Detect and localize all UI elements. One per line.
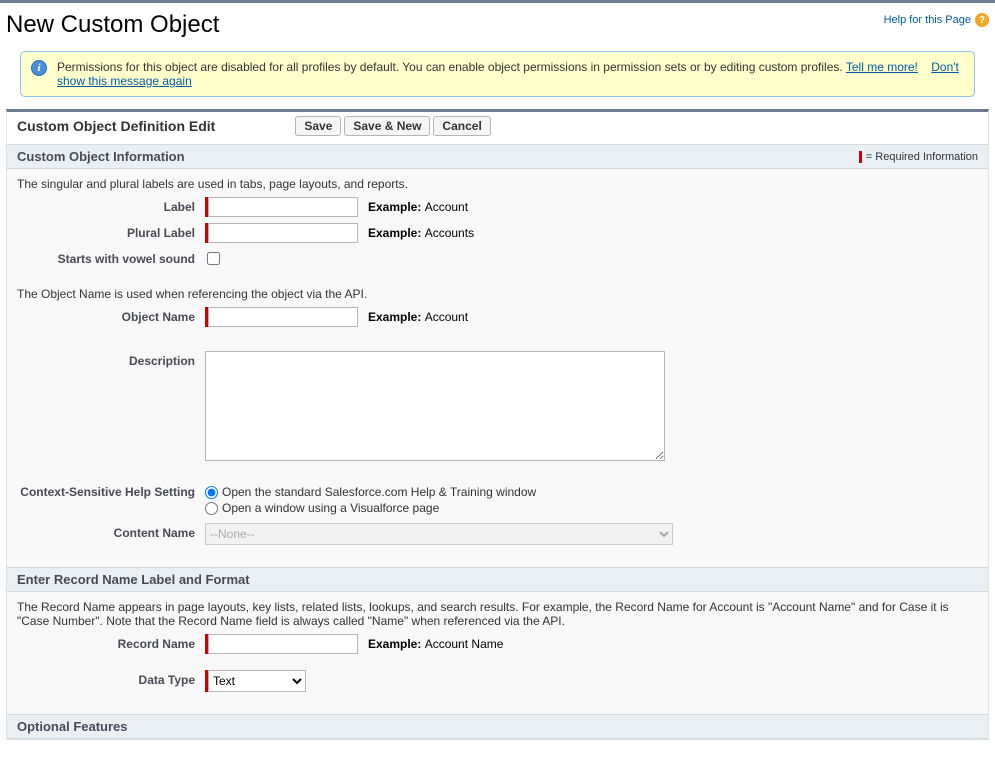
page-header: New Custom Object Help for this Page ?	[0, 3, 995, 51]
section-title-optional: Optional Features	[17, 719, 128, 734]
permissions-notice: i Permissions for this object are disabl…	[20, 51, 975, 97]
help-icon[interactable]: ?	[975, 13, 989, 27]
help-for-page[interactable]: Help for this Page ?	[884, 13, 989, 27]
description-textarea[interactable]	[205, 351, 665, 461]
plural-label-input[interactable]	[208, 223, 358, 243]
radio-vf-help[interactable]: Open a window using a Visualforce page	[205, 501, 439, 515]
vowel-sound-checkbox[interactable]	[207, 252, 220, 265]
row-content-name: Content Name --None--	[17, 523, 978, 545]
help-setting-label: Context-Sensitive Help Setting	[17, 485, 205, 499]
row-description: Description	[17, 351, 978, 461]
row-help-setting: Context-Sensitive Help Setting Open the …	[17, 485, 978, 517]
object-name-example: Example: Account	[368, 310, 468, 324]
plural-example: Example: Accounts	[368, 226, 474, 240]
record-name-label: Record Name	[17, 634, 205, 654]
radio-standard-help-label: Open the standard Salesforce.com Help & …	[222, 485, 536, 499]
radio-standard-help-input[interactable]	[205, 486, 218, 499]
section-body-info: The singular and plural labels are used …	[7, 169, 988, 567]
info-icon: i	[31, 60, 47, 76]
object-name-label: Object Name	[17, 307, 205, 327]
section-title-info: Custom Object Information	[17, 149, 185, 164]
radio-standard-help[interactable]: Open the standard Salesforce.com Help & …	[205, 485, 536, 499]
section-title-record: Enter Record Name Label and Format	[17, 572, 250, 587]
labels-note: The singular and plural labels are used …	[17, 177, 978, 191]
page-title: New Custom Object	[6, 11, 219, 39]
cancel-button[interactable]: Cancel	[433, 116, 490, 136]
row-vowel-sound: Starts with vowel sound	[17, 249, 978, 269]
record-name-input[interactable]	[208, 634, 358, 654]
required-bar-icon	[859, 151, 862, 163]
data-type-select[interactable]: Text	[208, 670, 306, 692]
required-info-legend: = Required Information	[859, 151, 978, 163]
section-header-optional: Optional Features	[7, 714, 988, 739]
row-data-type: Data Type Text	[17, 670, 978, 692]
label-input[interactable]	[208, 197, 358, 217]
save-button[interactable]: Save	[295, 116, 341, 136]
row-record-name: Record Name Example: Account Name	[17, 634, 978, 654]
section-body-record: The Record Name appears in page layouts,…	[7, 592, 988, 714]
row-object-name: Object Name Example: Account	[17, 307, 978, 327]
section-header-record: Enter Record Name Label and Format	[7, 567, 988, 592]
save-and-new-button[interactable]: Save & New	[344, 116, 430, 136]
label-label: Label	[17, 197, 205, 217]
required-info-text: = Required Information	[866, 151, 978, 163]
edit-header-title: Custom Object Definition Edit	[17, 118, 295, 134]
label-example: Example: Account	[368, 200, 468, 214]
main-panel: Custom Object Definition Edit Save Save …	[6, 109, 989, 740]
row-plural-label: Plural Label Example: Accounts	[17, 223, 978, 243]
section-header-info: Custom Object Information = Required Inf…	[7, 144, 988, 169]
edit-header: Custom Object Definition Edit Save Save …	[7, 112, 988, 144]
api-note: The Object Name is used when referencing…	[17, 287, 978, 301]
content-name-label: Content Name	[17, 523, 205, 543]
tell-me-more-link[interactable]: Tell me more!	[846, 60, 918, 74]
row-label: Label Example: Account	[17, 197, 978, 217]
content-name-select: --None--	[205, 523, 673, 545]
notice-text: Permissions for this object are disabled…	[57, 60, 846, 74]
record-note: The Record Name appears in page layouts,…	[17, 600, 978, 628]
data-type-label: Data Type	[17, 670, 205, 690]
plural-label-label: Plural Label	[17, 223, 205, 243]
help-link-text[interactable]: Help for this Page	[884, 14, 971, 26]
object-name-input[interactable]	[208, 307, 358, 327]
radio-vf-help-label: Open a window using a Visualforce page	[222, 501, 439, 515]
vowel-sound-label: Starts with vowel sound	[17, 249, 205, 269]
radio-vf-help-input[interactable]	[205, 502, 218, 515]
record-name-example: Example: Account Name	[368, 637, 503, 651]
description-label: Description	[17, 351, 205, 371]
